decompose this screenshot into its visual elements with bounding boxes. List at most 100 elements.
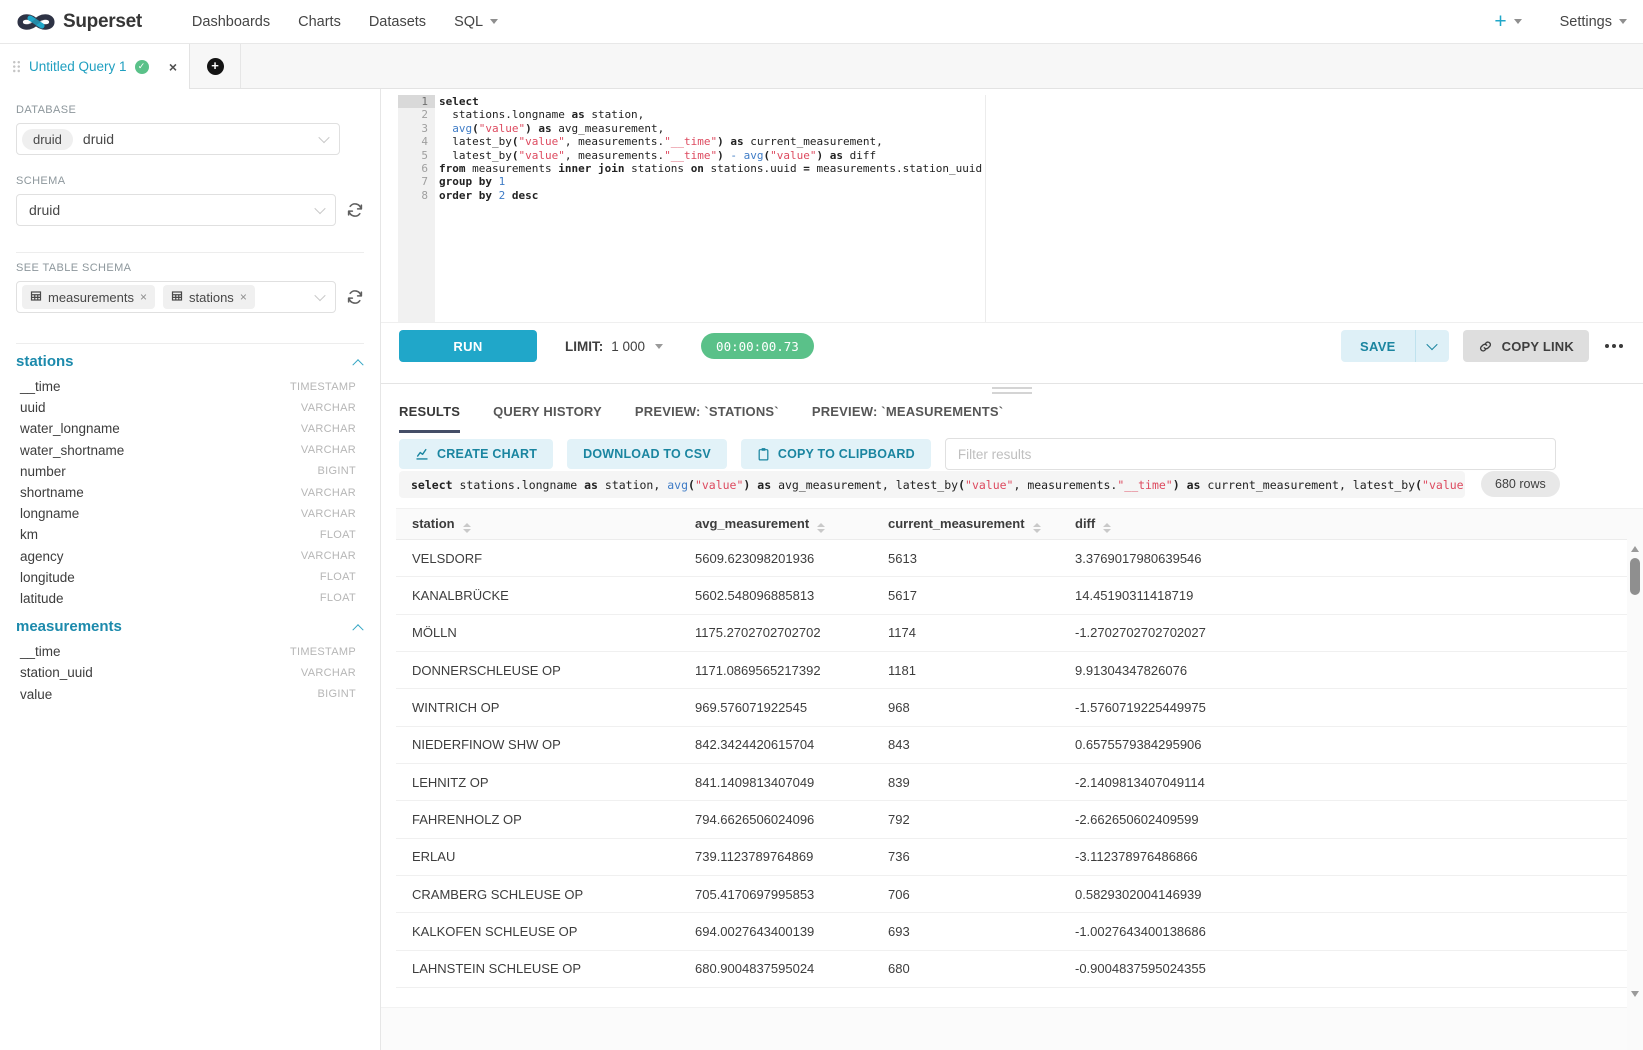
drag-handle-icon[interactable]: [12, 60, 21, 73]
table-cell: VELSDORF: [396, 540, 679, 577]
nav-menu: Dashboards Charts Datasets SQL: [192, 14, 498, 30]
table-tag-label: measurements: [48, 290, 134, 305]
schema-select[interactable]: druid: [16, 194, 336, 226]
results-scrollbar[interactable]: [1627, 539, 1643, 1050]
table-name-link[interactable]: stations: [16, 353, 74, 370]
tab-preview-stations-[interactable]: PREVIEW: `STATIONS`: [635, 392, 779, 433]
sort-icon[interactable]: [1033, 523, 1041, 533]
table-cell: 792: [872, 801, 1059, 838]
schema-label: SCHEMA: [16, 175, 364, 187]
column-type: BIGINT: [318, 688, 356, 700]
refresh-tables-icon[interactable]: [346, 288, 364, 306]
column-name: latitude: [20, 591, 64, 606]
copy-to-clipboard-button[interactable]: COPY TO CLIPBOARD: [741, 439, 931, 469]
chevron-up-icon[interactable]: [352, 624, 363, 635]
column-type: VARCHAR: [301, 402, 356, 414]
remove-tag-icon[interactable]: ×: [140, 290, 147, 304]
table-cell: 794.6626506024096: [679, 801, 872, 838]
remove-tag-icon[interactable]: ×: [240, 290, 247, 304]
sql-code-editor[interactable]: 12345678 select stations.longname as sta…: [381, 95, 1643, 322]
database-select[interactable]: druid druid: [16, 123, 340, 155]
scrollbar-thumb[interactable]: [1630, 558, 1640, 595]
table-cell: 1181: [872, 652, 1059, 689]
table-tags: measurements×stations×: [22, 285, 263, 309]
table-cell: -1.0027643400138686: [1059, 913, 1643, 950]
table-cell: -3.112378976486866: [1059, 838, 1643, 875]
superset-infinity-icon: [16, 9, 56, 35]
download-to-csv-button[interactable]: DOWNLOAD TO CSV: [567, 439, 727, 469]
column-header-current_measurement[interactable]: current_measurement: [872, 509, 1059, 540]
nav-item-dashboards[interactable]: Dashboards: [192, 14, 270, 30]
nav-item-datasets[interactable]: Datasets: [369, 14, 426, 30]
table-row: NIEDERFINOW SHW OP842.34244206157048430.…: [396, 726, 1643, 763]
nav-item-label: Datasets: [369, 14, 426, 30]
nav-item-sql[interactable]: SQL: [454, 14, 498, 30]
top-navbar: Superset Dashboards Charts Datasets SQL + S…: [0, 0, 1643, 44]
table-cell: 705.4170697995853: [679, 876, 872, 913]
scroll-down-arrow-icon[interactable]: [1631, 991, 1639, 997]
settings-menu[interactable]: Settings: [1560, 14, 1627, 30]
code-line: order by 2 desc: [439, 189, 1643, 202]
save-dropdown-button[interactable]: [1416, 330, 1449, 362]
filter-results-input[interactable]: [945, 438, 1556, 470]
line-number: 1: [398, 95, 435, 108]
column-row: shortnameVARCHAR: [0, 482, 380, 503]
sort-icon[interactable]: [463, 523, 471, 533]
refresh-schema-icon[interactable]: [346, 201, 364, 219]
column-header-station[interactable]: station: [396, 509, 679, 540]
link-icon: [1478, 339, 1493, 354]
table-tag-measurements[interactable]: measurements ×: [22, 285, 155, 309]
create-chart-button[interactable]: CREATE CHART: [399, 439, 553, 469]
close-tab-icon[interactable]: ×: [169, 59, 177, 75]
table-row: LEHNITZ OP841.1409813407049839-2.1409813…: [396, 764, 1643, 801]
editor-code[interactable]: select stations.longname as station, avg…: [439, 95, 1643, 322]
limit-dropdown[interactable]: LIMIT: 1 000: [565, 330, 663, 362]
table-cell: MÖLLN: [396, 614, 679, 651]
sort-icon[interactable]: [1103, 523, 1111, 533]
settings-label: Settings: [1560, 14, 1612, 30]
column-type: VARCHAR: [301, 508, 356, 520]
see-table-schema-label: SEE TABLE SCHEMA: [16, 262, 364, 274]
results-pane-footer: [381, 1007, 1627, 1050]
query-success-icon: ✓: [135, 60, 149, 74]
table-cell: 843: [872, 726, 1059, 763]
column-row: __timeTIMESTAMP: [0, 641, 380, 662]
table-cell: LAHNSTEIN SCHLEUSE OP: [396, 950, 679, 987]
sort-icon[interactable]: [817, 523, 825, 533]
superset-logo[interactable]: Superset: [16, 9, 142, 35]
new-item-button[interactable]: +: [1494, 11, 1521, 32]
more-options-button[interactable]: [1603, 330, 1625, 362]
action-buttons: CREATE CHART DOWNLOAD TO CSV COPY TO CLIPB…: [399, 439, 945, 469]
tab-results[interactable]: RESULTS: [399, 392, 460, 433]
table-tag-stations[interactable]: stations×: [163, 285, 255, 309]
chevron-up-icon[interactable]: [352, 359, 363, 370]
table-cell: 693: [872, 913, 1059, 950]
copy-link-button[interactable]: COPY LINK: [1463, 330, 1589, 362]
tab-untitled-query[interactable]: Untitled Query 1 ✓ ×: [0, 44, 190, 89]
tab-preview-measurements-[interactable]: PREVIEW: `MEASUREMENTS`: [812, 392, 1003, 433]
column-row: valueBIGINT: [0, 683, 380, 704]
column-header-diff[interactable]: diff: [1059, 509, 1643, 540]
table-schema-select[interactable]: measurements×stations×: [16, 281, 336, 313]
nav-item-charts[interactable]: Charts: [298, 14, 341, 30]
column-name: shortname: [20, 485, 84, 500]
table-cell: 5609.623098201936: [679, 540, 872, 577]
run-button[interactable]: RUN: [399, 330, 537, 362]
table-cell: 1175.2702702702702: [679, 614, 872, 651]
new-query-tab[interactable]: +: [190, 44, 241, 88]
column-header-avg_measurement[interactable]: avg_measurement: [679, 509, 872, 540]
table-cell: 5617: [872, 577, 1059, 614]
save-split-button: SAVE: [1341, 330, 1449, 362]
table-cell: 841.1409813407049: [679, 764, 872, 801]
table-cell: 842.3424420615704: [679, 726, 872, 763]
schema-value: druid: [29, 202, 60, 218]
table-name-link[interactable]: measurements: [16, 618, 122, 635]
code-line: latest_by("value", measurements."__time"…: [439, 135, 1643, 148]
scroll-up-arrow-icon[interactable]: [1631, 546, 1639, 552]
tab-query-history[interactable]: QUERY HISTORY: [493, 392, 602, 433]
chart-icon: [415, 447, 429, 461]
table-cell: CRAMBERG SCHLEUSE OP: [396, 876, 679, 913]
save-button[interactable]: SAVE: [1341, 330, 1416, 362]
copy-link-label: COPY LINK: [1502, 339, 1574, 354]
table-row: FAHRENHOLZ OP794.6626506024096792-2.6626…: [396, 801, 1643, 838]
